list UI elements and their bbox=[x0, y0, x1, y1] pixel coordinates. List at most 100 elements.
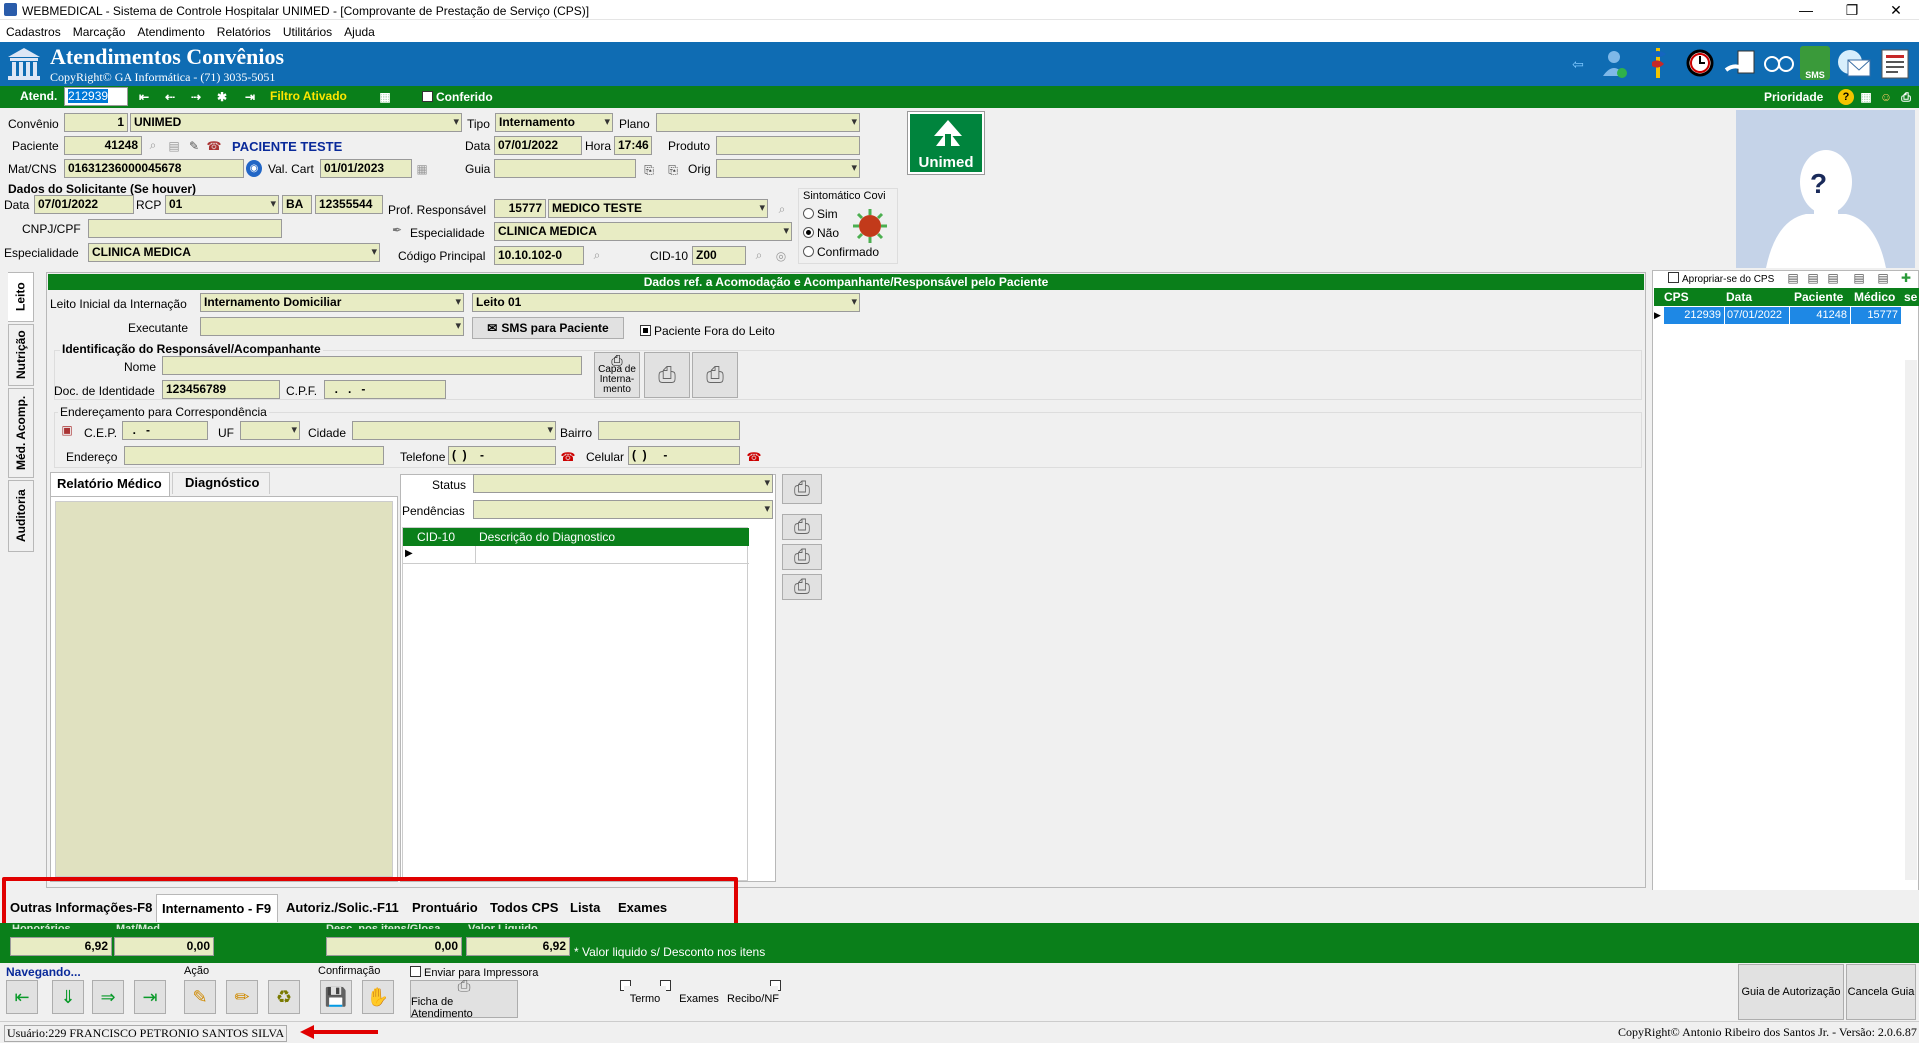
endereco-field[interactable] bbox=[124, 446, 384, 465]
conferido-checkbox[interactable]: Conferido bbox=[422, 90, 493, 104]
col-se[interactable]: se bbox=[1904, 290, 1917, 304]
acao-delete-button[interactable]: ♻ bbox=[268, 980, 300, 1014]
cancel-hand-button[interactable]: ✋ bbox=[362, 980, 394, 1014]
menu-atendimento[interactable]: Atendimento bbox=[131, 20, 210, 44]
minimize-button[interactable]: — bbox=[1783, 0, 1829, 20]
covid-sim-radio[interactable]: Sim bbox=[803, 207, 838, 221]
guia-autorizacao-button[interactable]: Guia de Autorização bbox=[1738, 964, 1844, 1020]
save-button[interactable]: 💾 bbox=[320, 980, 352, 1014]
matcns-field[interactable]: 01631236000045678 bbox=[64, 159, 244, 178]
patient-card-icon[interactable]: ▤ bbox=[166, 137, 182, 154]
leito-select[interactable]: Leito 01 bbox=[472, 293, 860, 312]
clock-icon[interactable] bbox=[1685, 48, 1715, 78]
cancela-guia-button[interactable]: Cancela Guia bbox=[1846, 964, 1916, 1020]
cpf-field[interactable]: . . - bbox=[324, 380, 446, 399]
leito-inicial-select[interactable]: Internamento Domiciliar bbox=[200, 293, 464, 312]
nav-down-button[interactable]: ⇓ bbox=[52, 980, 84, 1014]
tipo-select[interactable]: Internamento bbox=[495, 113, 613, 132]
menu-cadastros[interactable]: Cadastros bbox=[0, 20, 67, 44]
sol-uf-field[interactable]: BA bbox=[282, 195, 312, 214]
cps-row[interactable]: ▶ 212939 07/01/2022 41248 15777 bbox=[1654, 307, 1919, 325]
rcp-select[interactable]: 01 bbox=[165, 195, 279, 214]
guia-copy-icon[interactable]: ⎘ bbox=[640, 162, 658, 178]
next-record-icon[interactable]: ⇢ bbox=[188, 89, 204, 105]
tab-diagnostico[interactable]: Diagnóstico bbox=[172, 472, 270, 494]
sms-icon[interactable]: SMS bbox=[1800, 46, 1830, 80]
produto-field[interactable] bbox=[716, 136, 860, 155]
calc2-icon[interactable]: ▤ bbox=[1806, 270, 1820, 286]
tab-auditoria[interactable]: Auditoria bbox=[8, 480, 34, 552]
telefone-field[interactable]: ( ) - bbox=[448, 446, 556, 465]
hand-document-icon[interactable] bbox=[1724, 48, 1758, 78]
search-patient-icon[interactable]: ⌕ bbox=[145, 137, 161, 154]
diagnostico-grid[interactable]: CID-10 Descrição do Diagnostico ▶ bbox=[402, 527, 749, 881]
sms-paciente-button[interactable]: ✉ SMS para Paciente bbox=[472, 317, 624, 339]
menu-relatorios[interactable]: Relatórios bbox=[211, 20, 277, 44]
relatorio-text-area[interactable] bbox=[55, 501, 393, 877]
cid-search-icon[interactable]: ⌕ bbox=[750, 246, 768, 265]
arrow-left-icon[interactable]: ⇦ bbox=[1568, 56, 1588, 72]
print-responsavel2-button[interactable]: ⎙ bbox=[692, 352, 738, 398]
email-icon[interactable] bbox=[1836, 48, 1872, 80]
prof-search-icon[interactable]: ⌕ bbox=[772, 199, 792, 219]
person-icon[interactable]: ☺ bbox=[1878, 89, 1894, 105]
col-data[interactable]: Data bbox=[1726, 290, 1752, 304]
plano-select[interactable] bbox=[656, 113, 860, 132]
sol-especialidade-select[interactable]: CLINICA MEDICA bbox=[88, 243, 380, 262]
patient-edit-icon[interactable]: ✎ bbox=[186, 137, 202, 154]
calculator-icon[interactable]: ▦ bbox=[378, 89, 392, 105]
prof-code-field[interactable]: 15777 bbox=[494, 199, 546, 218]
help-icon[interactable]: ? bbox=[1838, 89, 1854, 105]
col-cid10[interactable]: CID-10 bbox=[417, 530, 455, 544]
exames-button[interactable]: Exames bbox=[678, 986, 720, 1012]
pen-icon[interactable]: ✒ bbox=[390, 222, 404, 238]
celular-phone-icon[interactable]: ☎ bbox=[746, 450, 762, 464]
cep-field[interactable]: . - bbox=[122, 421, 208, 440]
restore-button[interactable]: ❐ bbox=[1829, 0, 1875, 20]
valcart-field[interactable]: 01/01/2023 bbox=[320, 159, 412, 178]
address-book-icon[interactable]: ▣ bbox=[58, 422, 76, 438]
diagnostico-grid-row[interactable]: ▶ bbox=[403, 546, 749, 564]
executante-select[interactable] bbox=[200, 317, 464, 336]
ficha-atendimento-button[interactable]: ⎙ Ficha de Atendimento bbox=[410, 978, 518, 1020]
codigo-search-icon[interactable]: ⌕ bbox=[588, 246, 606, 265]
orig-select[interactable] bbox=[716, 159, 860, 178]
apropriar-checkbox[interactable]: Apropriar-se do CPS bbox=[1668, 272, 1774, 285]
termo-button[interactable]: Termo bbox=[624, 986, 666, 1012]
print-diag1-button[interactable]: ⎙ bbox=[782, 474, 822, 504]
doc-field[interactable]: 123456789 bbox=[162, 380, 280, 399]
cid-info-icon[interactable]: ◎ bbox=[772, 246, 790, 265]
celular-field[interactable]: ( ) - bbox=[628, 446, 740, 465]
atend-number-field[interactable]: 212939 bbox=[64, 87, 128, 106]
calendar-icon[interactable]: ▦ bbox=[1858, 89, 1874, 105]
calc4-icon[interactable]: ▤ bbox=[1852, 270, 1866, 286]
convenio-select[interactable]: UNIMED bbox=[130, 113, 462, 132]
menu-ajuda[interactable]: Ajuda bbox=[338, 20, 381, 44]
prev-record-icon[interactable]: ⇠ bbox=[162, 89, 178, 105]
codigo-principal-field[interactable]: 10.10.102-0 bbox=[494, 246, 584, 265]
cps-vertical-scrollbar[interactable] bbox=[1905, 360, 1917, 880]
close-button[interactable]: ✕ bbox=[1873, 0, 1919, 20]
telefone-phone-icon[interactable]: ☎ bbox=[560, 450, 576, 464]
bairro-field[interactable] bbox=[598, 421, 740, 440]
acao-edit-button[interactable]: ✏ bbox=[226, 980, 258, 1014]
capa-internamento-button[interactable]: ⎙ Capa de Interna-mento bbox=[594, 352, 640, 398]
report-icon[interactable] bbox=[1878, 48, 1912, 80]
print-responsavel-button[interactable]: ⎙ bbox=[644, 352, 690, 398]
acao-new-button[interactable]: ✎ bbox=[184, 980, 216, 1014]
patient-phone-icon[interactable]: ☎ bbox=[206, 137, 222, 154]
nav-next-button[interactable]: ⇒ bbox=[92, 980, 124, 1014]
col-descricao[interactable]: Descrição do Diagnostico bbox=[479, 530, 615, 544]
tab-relatorio-medico[interactable]: Relatório Médico bbox=[50, 472, 170, 496]
recibo-button[interactable]: Recibo/NF bbox=[727, 986, 779, 1012]
glasses-icon[interactable] bbox=[1762, 48, 1796, 78]
orig-copy-icon[interactable]: ⎘ bbox=[664, 162, 682, 178]
user-add-icon[interactable] bbox=[1600, 48, 1630, 80]
last-record-icon[interactable]: ⇥ bbox=[242, 89, 258, 105]
col-cps[interactable]: CPS bbox=[1664, 290, 1689, 304]
hora-field[interactable]: 17:46 bbox=[614, 136, 652, 155]
calc3-icon[interactable]: ▤ bbox=[1826, 270, 1840, 286]
covid-nao-radio[interactable]: Não bbox=[803, 226, 839, 240]
medical-caduceus-icon[interactable] bbox=[1646, 46, 1670, 80]
covid-confirmado-radio[interactable]: Confirmado bbox=[803, 245, 879, 259]
